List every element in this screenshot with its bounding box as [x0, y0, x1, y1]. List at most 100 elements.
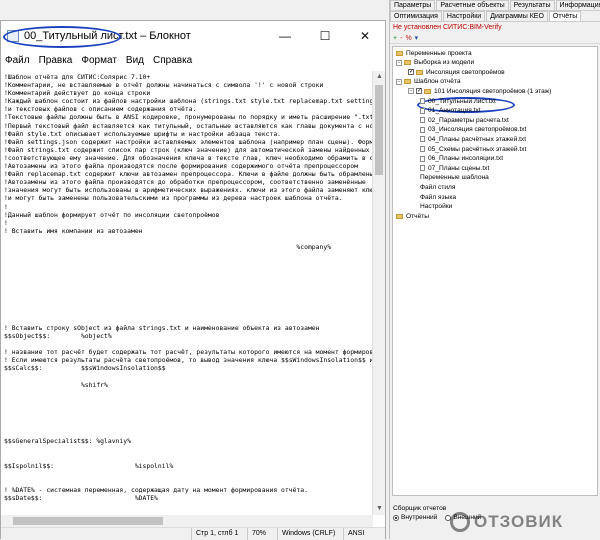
file-icon [420, 146, 425, 152]
tree-item[interactable]: 02_Параметры расчета.txt [420, 116, 509, 124]
tree-item-label: 03_Инсоляция светопроёмов.txt [428, 126, 527, 134]
highlight-oval-title [3, 26, 121, 48]
notepad-menubar: Файл Правка Формат Вид Справка [1, 51, 385, 69]
tree-item[interactable]: 01_Аннотация.txt [420, 107, 481, 115]
text-line: $$Ispolnil$$: %ispolnil% [4, 461, 174, 470]
tree-item[interactable]: 05_Схемы расчётных этажей.txt [420, 145, 526, 153]
menu-edit[interactable]: Правка [39, 55, 73, 66]
tree-item[interactable]: − Шаблон отчёта [396, 78, 461, 86]
hscroll-thumb[interactable] [13, 517, 163, 525]
text-line: !Комментарии, не вставляемые в отчёт дол… [4, 81, 324, 90]
text-line: %company% [4, 242, 332, 251]
text-line: $$sCalc$$: $$sWindowsInsolation$$ [4, 364, 166, 373]
tab-settings[interactable]: Настройки [442, 11, 486, 21]
minimize-button[interactable]: — [265, 21, 305, 51]
status-zoom: 70% [247, 528, 277, 540]
text-line [4, 397, 373, 405]
text-editor-area[interactable]: !Шаблон отчёта для СИТИС:Солярис 7.10+ !К… [1, 71, 373, 515]
text-line [4, 275, 373, 283]
radio-internal-label: Внутренний [401, 514, 438, 521]
scroll-down-icon[interactable]: ▼ [373, 503, 386, 515]
text-line [4, 292, 373, 300]
tree-item[interactable]: 06_Планы инсоляции.txt [420, 155, 503, 163]
add-icon[interactable]: + [393, 35, 397, 42]
tree-item[interactable]: 07_Планы сцены.txt [420, 164, 489, 172]
close-button[interactable]: ✕ [345, 21, 385, 51]
expand-collapse-icon[interactable]: − [396, 59, 402, 66]
tree-item-label: 06_Планы инсоляции.txt [428, 155, 504, 163]
text-line: !Первый текстовый файл вставляется как т… [4, 121, 373, 130]
tree-item-label: 00_Титульный лист.txt [428, 97, 496, 105]
text-line: !Файл settings.json содержит настройки в… [4, 137, 373, 146]
file-icon [420, 98, 425, 104]
text-line: %shifr% [4, 380, 108, 389]
tree-item-label: Переменные проекта [406, 49, 472, 57]
text-line [4, 283, 373, 291]
text-line: !Данный шаблон формирует отчёт по инсоля… [4, 210, 220, 219]
tab-reports[interactable]: Отчёты [548, 11, 582, 21]
notepad-titlebar[interactable]: 00_Титульный лист.txt – Блокнот — ☐ ✕ [1, 21, 385, 51]
tree-item-label: Отчёты [406, 212, 430, 220]
text-line: !Файл style.txt описывает используемые ш… [4, 129, 282, 138]
menu-help[interactable]: Справка [153, 55, 192, 66]
tree-item-label: Переменные шаблона [420, 174, 489, 182]
tree-item[interactable]: ✓ Инсоляция светопроёмов [408, 68, 505, 76]
tree-item[interactable]: 03_Инсоляция светопроёмов.txt [420, 126, 526, 134]
folder-icon [396, 213, 403, 219]
tab-keo-diagrams[interactable]: Диаграммы КЕО [486, 11, 548, 21]
remove-icon[interactable]: - [400, 35, 402, 42]
vertical-scrollbar[interactable]: ▲ ▼ [372, 71, 385, 515]
filter-icon[interactable]: ▾ [415, 34, 419, 42]
tree-item[interactable]: Настройки [420, 203, 452, 211]
menu-view[interactable]: Вид [126, 55, 144, 66]
text-line [4, 372, 373, 380]
tab-results[interactable]: Результаты [509, 0, 555, 10]
expand-collapse-icon[interactable]: − [396, 78, 402, 85]
tree-checkbox[interactable]: ✓ [408, 69, 414, 76]
file-icon [420, 136, 425, 143]
tree-item-label: 05_Схемы расчётных этажей.txt [428, 145, 527, 153]
tab-parameters[interactable]: Параметры [390, 0, 436, 10]
menu-file[interactable]: Файл [5, 55, 30, 66]
text-line [4, 389, 373, 397]
text-line: ! Вставить имя компании из автозамен [4, 226, 143, 235]
tree-item[interactable]: Переменные шаблона [420, 174, 489, 182]
tree-item[interactable]: Отчёты [396, 212, 429, 220]
text-line [4, 316, 373, 324]
tab-optimization[interactable]: Оптимизация [390, 11, 442, 21]
tab-calc-objects[interactable]: Расчетные объекты [436, 0, 509, 10]
percent-icon[interactable]: % [405, 35, 411, 42]
tree-item-label: Настройки [420, 203, 453, 211]
report-tree[interactable]: Переменные проекта − Выборка из модели ✓ Инс… [392, 46, 598, 496]
file-icon [420, 165, 425, 172]
text-line [4, 251, 373, 259]
text-line: !Файл strings.txt содержит список пар ст… [4, 145, 373, 154]
text-line: !и текстовых файлов с описанием содержан… [4, 105, 197, 114]
otzovik-watermark: ОТЗОВИК [450, 508, 590, 536]
text-line: !и могут быть заменены пользовательскими… [4, 194, 343, 203]
text-line: $$sObject$$: %object% [4, 332, 112, 340]
tree-checkbox[interactable]: ✓ [416, 88, 422, 95]
text-line: ! Вставить строку sObject из файла strin… [4, 323, 320, 332]
text-line [4, 445, 373, 453]
file-icon [420, 155, 425, 162]
tree-item[interactable]: Переменные проекта [396, 49, 472, 57]
folder-icon [404, 79, 411, 85]
menu-format[interactable]: Формат [81, 55, 117, 66]
horizontal-scrollbar[interactable] [1, 515, 373, 527]
tree-item[interactable]: − Выборка из модели [396, 59, 474, 67]
tree-item[interactable]: Файл стиля [420, 183, 455, 191]
maximize-button[interactable]: ☐ [305, 21, 345, 51]
text-line [4, 429, 373, 437]
scroll-up-icon[interactable]: ▲ [373, 71, 386, 83]
tree-item[interactable]: 00_Титульный лист.txt [420, 97, 496, 105]
file-icon [420, 107, 425, 114]
tree-item[interactable]: 04_Планы расчётных этажей.txt [420, 135, 526, 143]
expand-collapse-icon[interactable]: − [408, 88, 414, 95]
scroll-thumb[interactable] [375, 85, 383, 175]
radio-internal[interactable] [393, 514, 399, 521]
tree-item[interactable]: Файл языка [420, 193, 456, 201]
tab-info[interactable]: Информация [555, 0, 600, 10]
tree-item-label: 02_Параметры расчета.txt [428, 116, 509, 124]
tree-item[interactable]: − ✓ 101 Инсоляция светопроёмов (1 этаж) [408, 87, 551, 95]
